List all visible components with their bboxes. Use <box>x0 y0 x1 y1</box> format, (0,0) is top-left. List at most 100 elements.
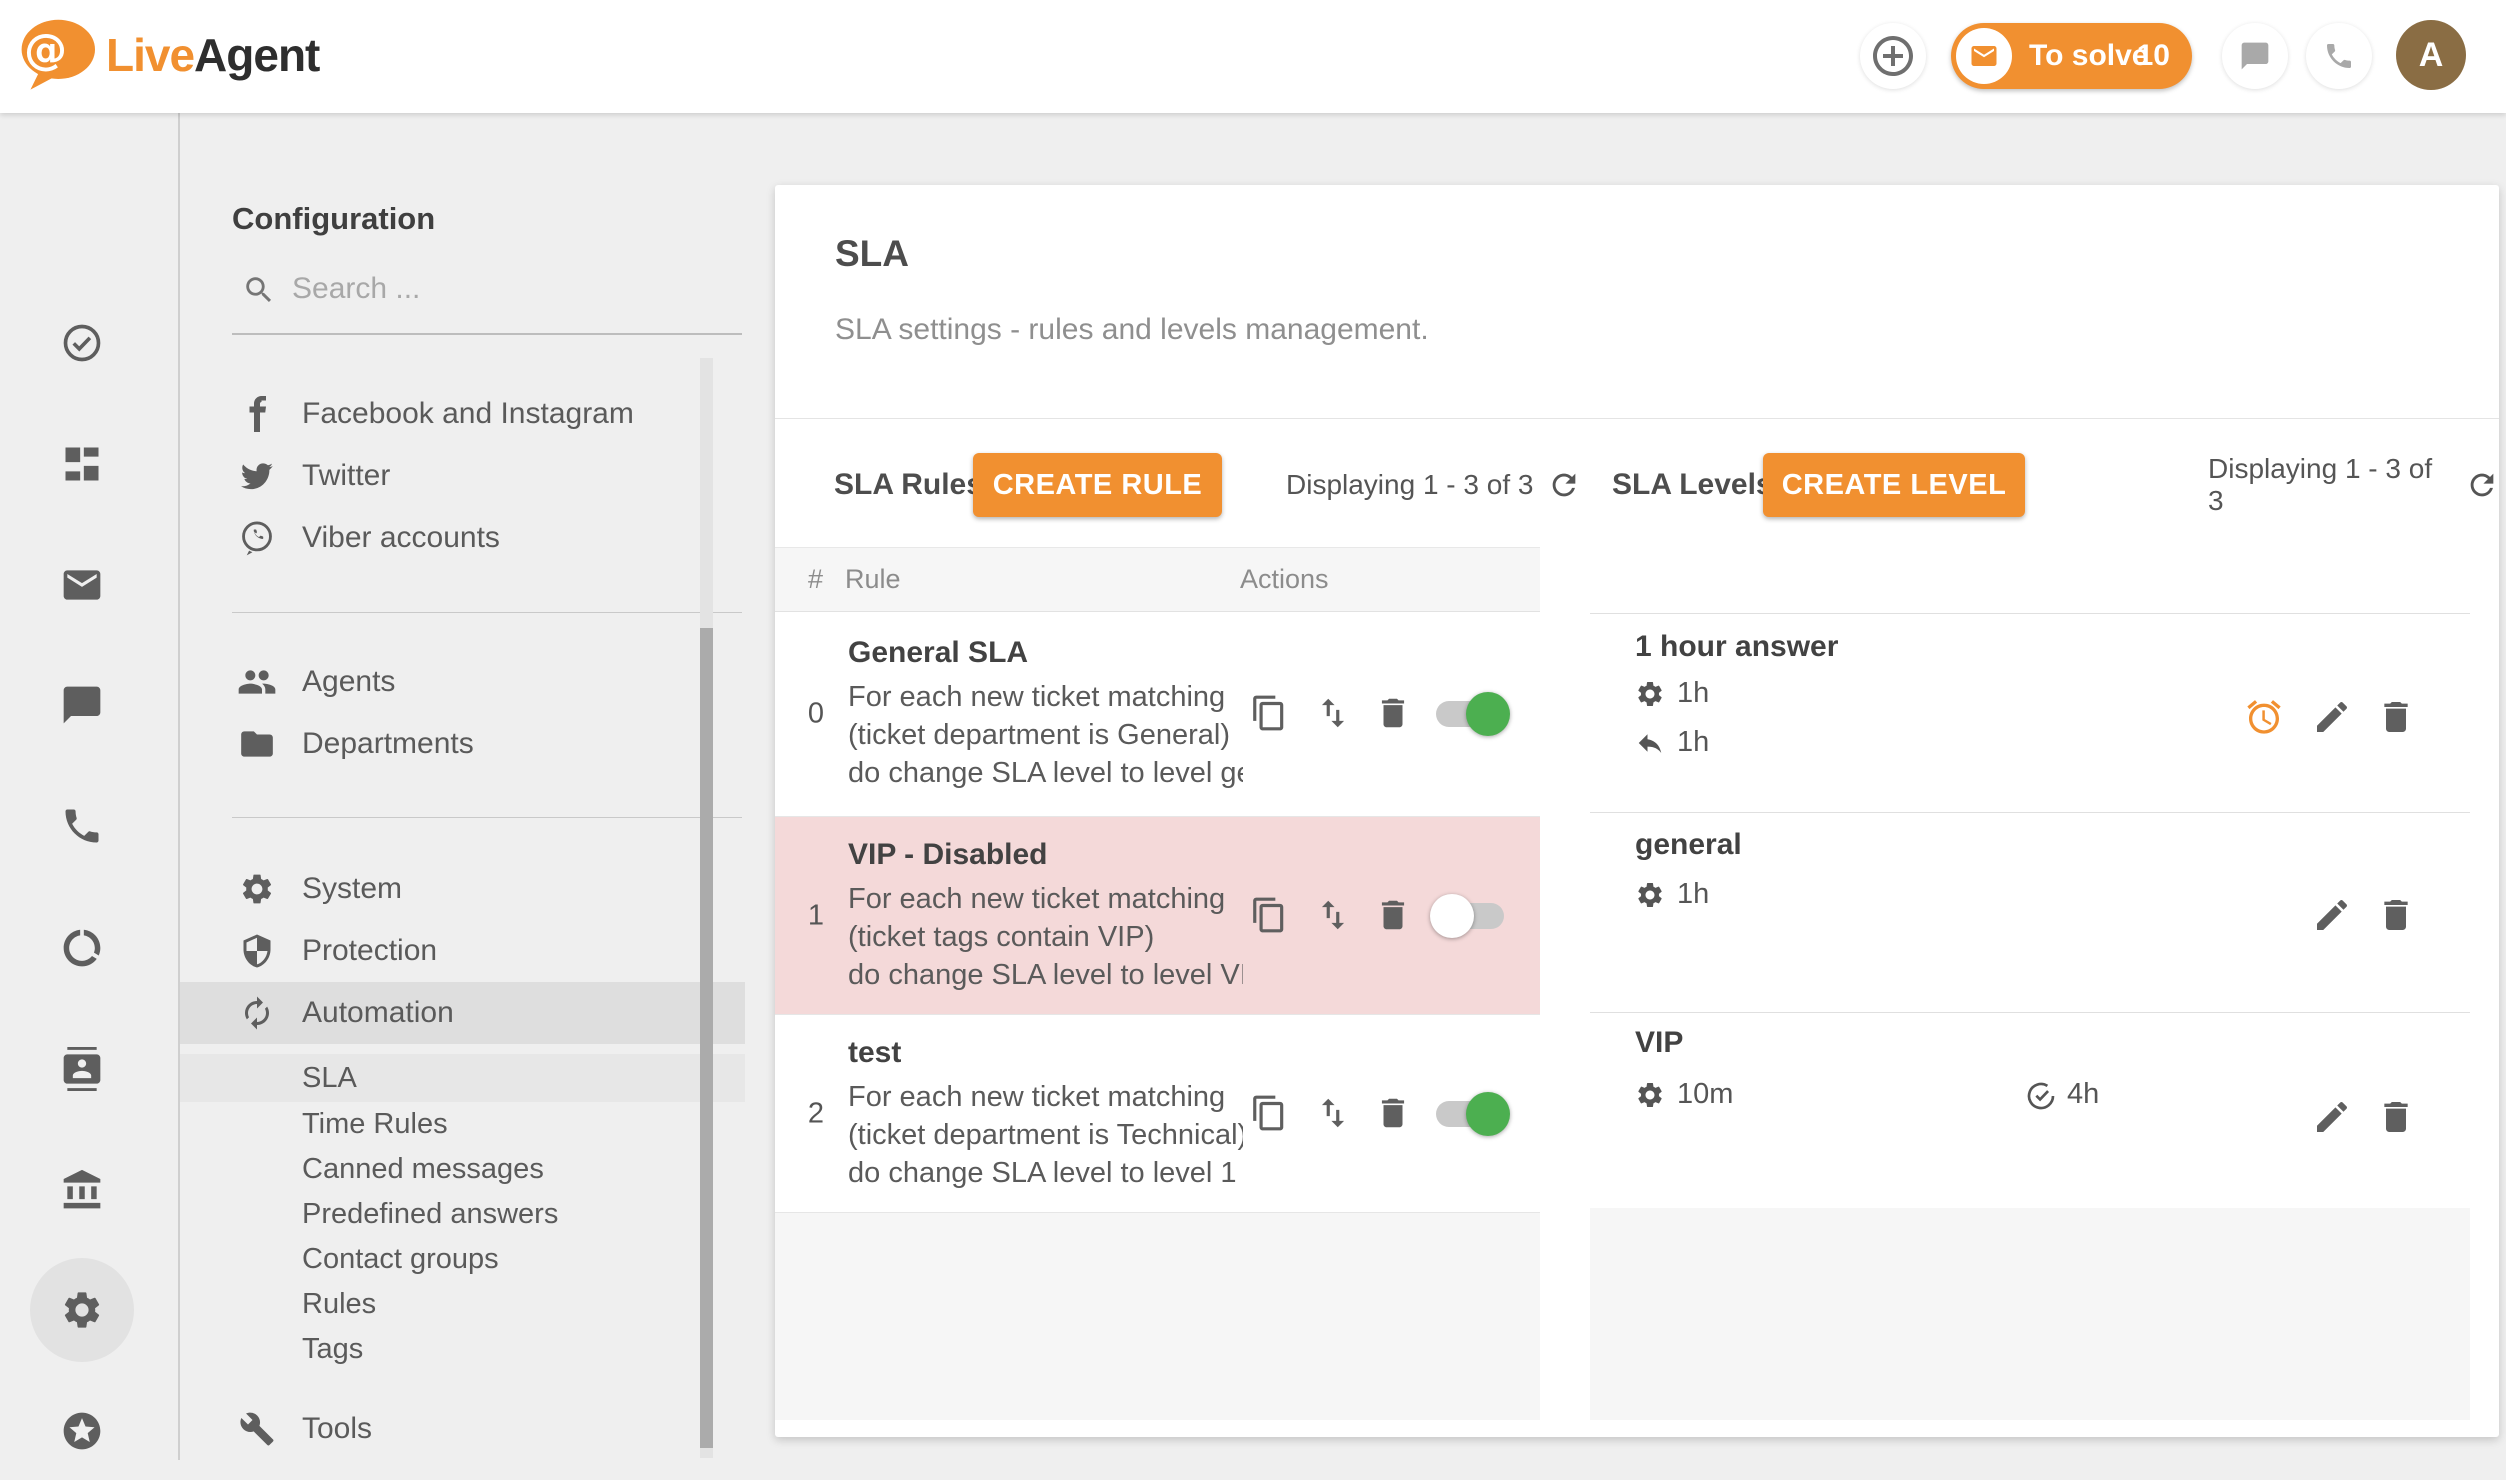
level-time-value: 1h <box>1677 677 1709 710</box>
gear-icon <box>1635 679 1665 709</box>
level-time-value: 10m <box>1677 1078 1733 1111</box>
menu-item-viber[interactable]: Viber accounts <box>180 507 745 569</box>
menu-divider <box>232 817 742 818</box>
check-circle-icon <box>2025 1080 2055 1110</box>
menu-item-facebook[interactable]: Facebook and Instagram <box>180 383 745 445</box>
dashboard-icon[interactable] <box>60 442 104 486</box>
sla-rules-label: SLA Rules <box>834 453 983 517</box>
menu-item-tools[interactable]: Tools <box>180 1398 745 1460</box>
menu-item-sla[interactable]: SLA <box>180 1054 745 1102</box>
create-rule-button[interactable]: CREATE RULE <box>973 453 1222 517</box>
level-time-value: 4h <box>2067 1078 2099 1111</box>
menu-label: Agents <box>302 665 395 699</box>
trash-icon[interactable] <box>1374 694 1414 734</box>
refresh-icon[interactable] <box>1547 468 1581 502</box>
reorder-icon[interactable] <box>1314 896 1354 936</box>
column-actions: Actions <box>1240 548 1329 611</box>
level-row-general: general 1h <box>1590 812 2470 1012</box>
menu-item-tags[interactable]: Tags <box>180 1327 745 1372</box>
rule-title: VIP - Disabled <box>848 838 1243 872</box>
page-subtitle: SLA settings - rules and levels manageme… <box>835 313 1429 347</box>
mail-icon[interactable] <box>60 563 104 607</box>
menu-item-twitter[interactable]: Twitter <box>180 445 745 507</box>
search-input[interactable] <box>292 265 672 313</box>
to-solve-label: To solve <box>2029 23 2148 89</box>
rule-line: (ticket department is General) <box>848 716 1243 754</box>
rule-line: For each new ticket matching <box>848 880 1243 918</box>
shield-icon <box>235 929 279 973</box>
rule-enabled-toggle[interactable] <box>1430 1092 1510 1136</box>
level-time-value: 1h <box>1677 878 1709 911</box>
copy-icon[interactable] <box>1250 1094 1290 1134</box>
menu-label: Automation <box>302 996 454 1030</box>
menu-item-agents[interactable]: Agents <box>180 651 745 713</box>
copy-icon[interactable] <box>1250 694 1290 734</box>
rule-enabled-toggle[interactable] <box>1430 894 1510 938</box>
menu-label: Tools <box>302 1412 372 1446</box>
trash-icon[interactable] <box>1374 1094 1414 1134</box>
reorder-icon[interactable] <box>1314 694 1354 734</box>
edit-icon[interactable] <box>2312 697 2352 737</box>
menu-label: Departments <box>302 727 474 761</box>
page-title: SLA <box>835 233 909 275</box>
menu-divider <box>232 612 742 613</box>
rule-row-general-sla: 0 General SLA For each new ticket matchi… <box>775 612 1540 817</box>
gear-icon <box>235 867 279 911</box>
levels-table: 1 hour answer 1h 1h <box>1590 185 2470 1437</box>
chats-button[interactable] <box>2222 23 2288 89</box>
rule-line: do change SLA level to level VIP <box>848 956 1243 994</box>
bank-icon[interactable] <box>60 1168 104 1212</box>
menu-item-rules[interactable]: Rules <box>180 1282 745 1327</box>
facebook-icon <box>235 392 279 436</box>
user-avatar[interactable]: A <box>2396 20 2466 90</box>
trash-icon[interactable] <box>2376 1097 2416 1137</box>
contact-card-icon[interactable] <box>60 1047 104 1091</box>
menu-item-canned-messages[interactable]: Canned messages <box>180 1147 745 1192</box>
trash-icon[interactable] <box>2376 895 2416 935</box>
trash-icon[interactable] <box>2376 697 2416 737</box>
rule-index: 2 <box>801 1097 831 1130</box>
level-time-value: 1h <box>1677 726 1709 759</box>
envelope-icon <box>1969 41 1999 71</box>
settings-gear-icon[interactable] <box>60 1288 104 1332</box>
trash-icon[interactable] <box>1374 896 1414 936</box>
star-circle-icon[interactable] <box>60 1409 104 1453</box>
reply-icon <box>1635 728 1665 758</box>
data-usage-icon[interactable] <box>60 926 104 970</box>
menu-label: Contact groups <box>302 1243 499 1276</box>
scrollbar-thumb[interactable] <box>700 628 713 1448</box>
menu-label: Viber accounts <box>302 521 500 555</box>
chat-bubble-icon <box>2239 40 2271 72</box>
menu-label: Predefined answers <box>302 1198 558 1231</box>
menu-item-protection[interactable]: Protection <box>180 920 745 982</box>
phone-icon[interactable] <box>60 804 104 848</box>
configuration-title: Configuration <box>232 201 435 237</box>
rule-index: 1 <box>801 899 831 932</box>
calls-button[interactable] <box>2306 23 2372 89</box>
copy-icon[interactable] <box>1250 896 1290 936</box>
rule-enabled-toggle[interactable] <box>1430 692 1510 736</box>
chat-icon[interactable] <box>60 683 104 727</box>
level-row-vip: VIP 10m 4h <box>1590 1012 2470 1208</box>
alarm-icon[interactable] <box>2244 697 2284 737</box>
reorder-icon[interactable] <box>1314 1094 1354 1134</box>
avatar-letter: A <box>2419 36 2444 75</box>
to-solve-button[interactable]: To solve 10 <box>1951 23 2192 89</box>
column-index: # <box>808 548 823 611</box>
menu-item-predefined-answers[interactable]: Predefined answers <box>180 1192 745 1237</box>
to-solve-count: 10 <box>2137 23 2170 89</box>
edit-icon[interactable] <box>2312 1097 2352 1137</box>
liveagent-logo[interactable]: @ LiveAgent <box>18 18 319 92</box>
edit-icon[interactable] <box>2312 895 2352 935</box>
menu-item-time-rules[interactable]: Time Rules <box>180 1102 745 1147</box>
check-circle-icon[interactable] <box>60 321 104 365</box>
menu-item-automation[interactable]: Automation <box>180 982 745 1044</box>
add-button[interactable] <box>1860 23 1926 89</box>
menu-item-departments[interactable]: Departments <box>180 713 745 775</box>
refresh-icon[interactable] <box>2465 468 2499 502</box>
svg-text:@: @ <box>24 25 67 75</box>
level-title: VIP <box>1635 1026 1683 1060</box>
menu-item-contact-groups[interactable]: Contact groups <box>180 1237 745 1282</box>
rule-line: (ticket tags contain VIP) <box>848 918 1243 956</box>
menu-item-system[interactable]: System <box>180 858 745 920</box>
